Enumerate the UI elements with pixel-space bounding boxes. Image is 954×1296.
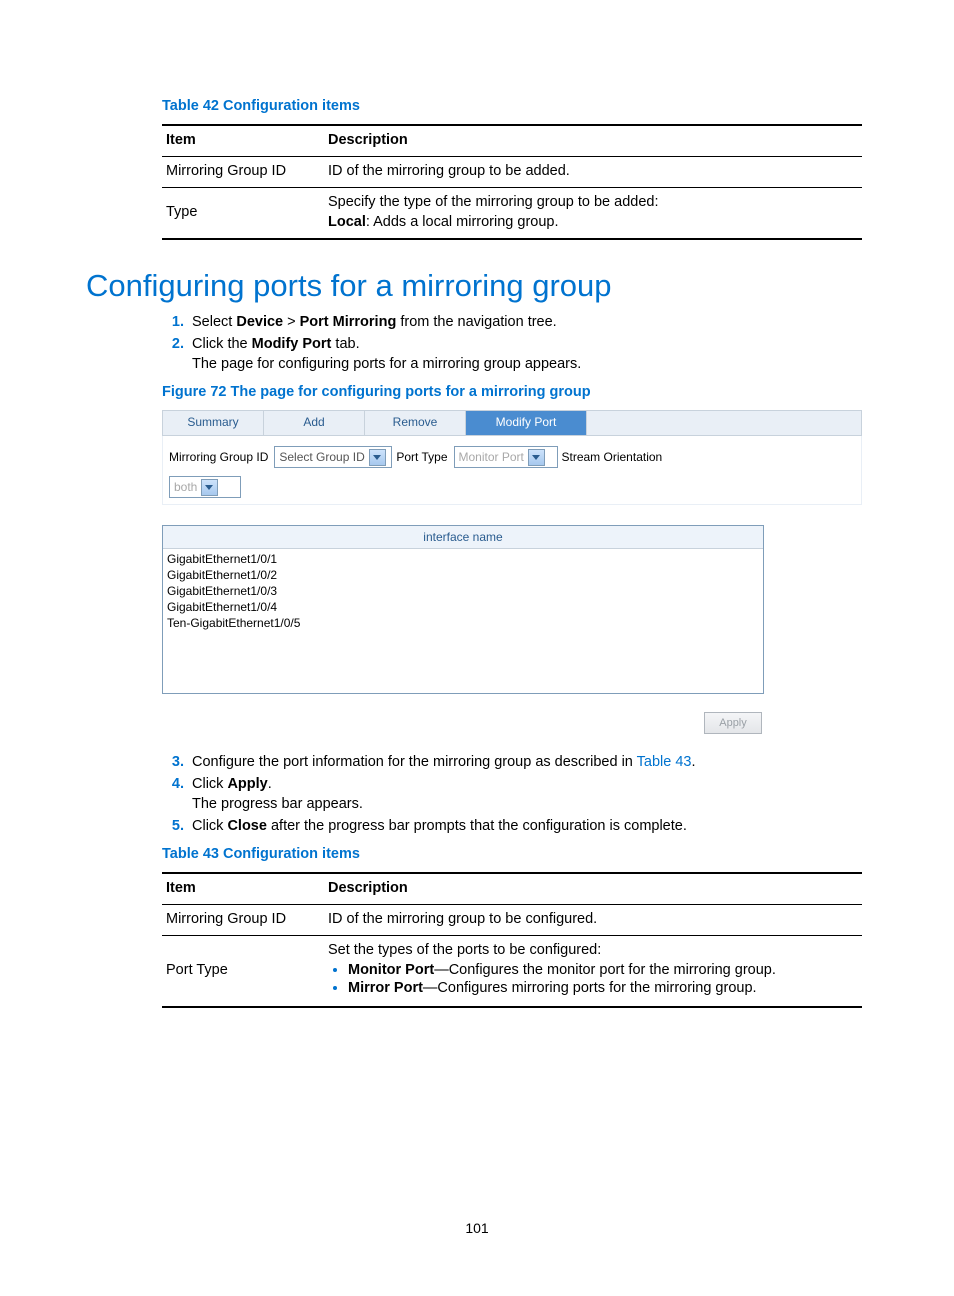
chevron-down-icon — [369, 449, 386, 466]
controls-row: Mirroring Group ID Select Group ID Port … — [162, 436, 862, 505]
step-5: Click Close after the progress bar promp… — [188, 818, 868, 834]
tab-add[interactable]: Add — [264, 411, 365, 435]
label-port-type: Port Type — [396, 450, 447, 464]
table43-header-desc: Description — [324, 873, 862, 905]
table43-r2-b1-rest: —Configures the monitor port for the mir… — [434, 962, 776, 978]
step5-pre: Click — [192, 818, 227, 834]
step-1: Select Device > Port Mirroring from the … — [188, 314, 868, 330]
table43-r2-b1-bold: Monitor Port — [348, 962, 434, 978]
list-item[interactable]: Ten-GigabitEthernet1/0/5 — [167, 615, 759, 631]
table43-header-item: Item — [162, 873, 324, 905]
table43-r1-item: Mirroring Group ID — [162, 905, 324, 936]
list-item[interactable]: GigabitEthernet1/0/2 — [167, 567, 759, 583]
list-item[interactable]: GigabitEthernet1/0/1 — [167, 551, 759, 567]
step3-link[interactable]: Table 43 — [637, 754, 692, 770]
table43-r1-desc: ID of the mirroring group to be configur… — [324, 905, 862, 936]
chevron-down-icon — [528, 449, 545, 466]
step1-b2: Port Mirroring — [300, 314, 397, 330]
step2-post: tab. — [331, 336, 359, 352]
step2-b: Modify Port — [252, 336, 332, 352]
step5-b: Close — [227, 818, 267, 834]
table42-header-item: Item — [162, 125, 324, 157]
tab-remove[interactable]: Remove — [365, 411, 466, 435]
table43-r2-intro: Set the types of the ports to be configu… — [328, 942, 601, 958]
dropdown-so-value: both — [174, 480, 197, 494]
step4-pre: Click — [192, 776, 227, 792]
interface-header: interface name — [163, 526, 763, 549]
table42-header-desc: Description — [324, 125, 862, 157]
figure-caption: Figure 72 The page for configuring ports… — [162, 384, 868, 400]
table43: Item Description Mirroring Group ID ID o… — [162, 872, 862, 1008]
step1-pre: Select — [192, 314, 236, 330]
step1-mid: > — [283, 314, 300, 330]
dropdown-pt-value: Monitor Port — [459, 450, 524, 464]
list-item[interactable]: GigabitEthernet1/0/3 — [167, 583, 759, 599]
steps-list-b: Configure the port information for the m… — [162, 754, 868, 834]
table43-caption: Table 43 Configuration items — [162, 846, 868, 862]
table42-r2-line1: Specify the type of the mirroring group … — [328, 194, 658, 210]
table43-r2-b2-rest: —Configures mirroring ports for the mirr… — [423, 980, 757, 996]
table43-r2-b2-bold: Mirror Port — [348, 980, 423, 996]
table43-r2-item: Port Type — [162, 936, 324, 1008]
table42-r1-desc: ID of the mirroring group to be added. — [324, 157, 862, 188]
tab-summary[interactable]: Summary — [163, 411, 264, 435]
tab-rest — [587, 411, 861, 435]
step-3: Configure the port information for the m… — [188, 754, 868, 770]
interface-listbox[interactable]: interface name GigabitEthernet1/0/1 Giga… — [162, 525, 764, 694]
step5-post: after the progress bar prompts that the … — [267, 818, 687, 834]
step2-pre: Click the — [192, 336, 252, 352]
step3-pre: Configure the port information for the m… — [192, 754, 637, 770]
steps-list-a: Select Device > Port Mirroring from the … — [162, 314, 868, 372]
step1-b1: Device — [236, 314, 283, 330]
table43-r2-b2: Mirror Port—Configures mirroring ports f… — [348, 980, 854, 996]
dropdown-mirroring-group-id[interactable]: Select Group ID — [274, 446, 392, 468]
table43-r2-b1: Monitor Port—Configures the monitor port… — [348, 962, 854, 978]
page-number: 101 — [0, 1220, 954, 1236]
step1-post: from the navigation tree. — [396, 314, 556, 330]
table42-r2-item: Type — [162, 188, 324, 240]
step4-post: . — [268, 776, 272, 792]
table42-r1-item: Mirroring Group ID — [162, 157, 324, 188]
step2-extra: The page for configuring ports for a mir… — [192, 356, 868, 372]
step3-post: . — [691, 754, 695, 770]
table42-r2-bold: Local — [328, 214, 366, 230]
dropdown-stream-orientation[interactable]: both — [169, 476, 241, 498]
tab-bar: Summary Add Remove Modify Port — [162, 410, 862, 436]
figure-screenshot: Summary Add Remove Modify Port Mirroring… — [162, 410, 862, 734]
step4-extra: The progress bar appears. — [192, 796, 868, 812]
table42-r2-rest: : Adds a local mirroring group. — [366, 214, 559, 230]
chevron-down-icon — [201, 479, 218, 496]
interface-body: GigabitEthernet1/0/1 GigabitEthernet1/0/… — [163, 549, 763, 693]
list-item[interactable]: GigabitEthernet1/0/4 — [167, 599, 759, 615]
table42-r2-desc: Specify the type of the mirroring group … — [324, 188, 862, 240]
tab-modify-port[interactable]: Modify Port — [466, 411, 587, 435]
dropdown-port-type[interactable]: Monitor Port — [454, 446, 558, 468]
table43-r2-desc: Set the types of the ports to be configu… — [324, 936, 862, 1008]
step4-b: Apply — [227, 776, 267, 792]
table42-caption: Table 42 Configuration items — [162, 98, 868, 114]
dropdown-mgid-value: Select Group ID — [279, 450, 364, 464]
step-4: Click Apply. The progress bar appears. — [188, 776, 868, 812]
label-stream-orientation: Stream Orientation — [562, 450, 663, 464]
table42: Item Description Mirroring Group ID ID o… — [162, 124, 862, 240]
label-mirroring-group-id: Mirroring Group ID — [169, 450, 268, 464]
section-heading: Configuring ports for a mirroring group — [86, 268, 868, 304]
apply-button[interactable]: Apply — [704, 712, 762, 734]
step-2: Click the Modify Port tab. The page for … — [188, 336, 868, 372]
